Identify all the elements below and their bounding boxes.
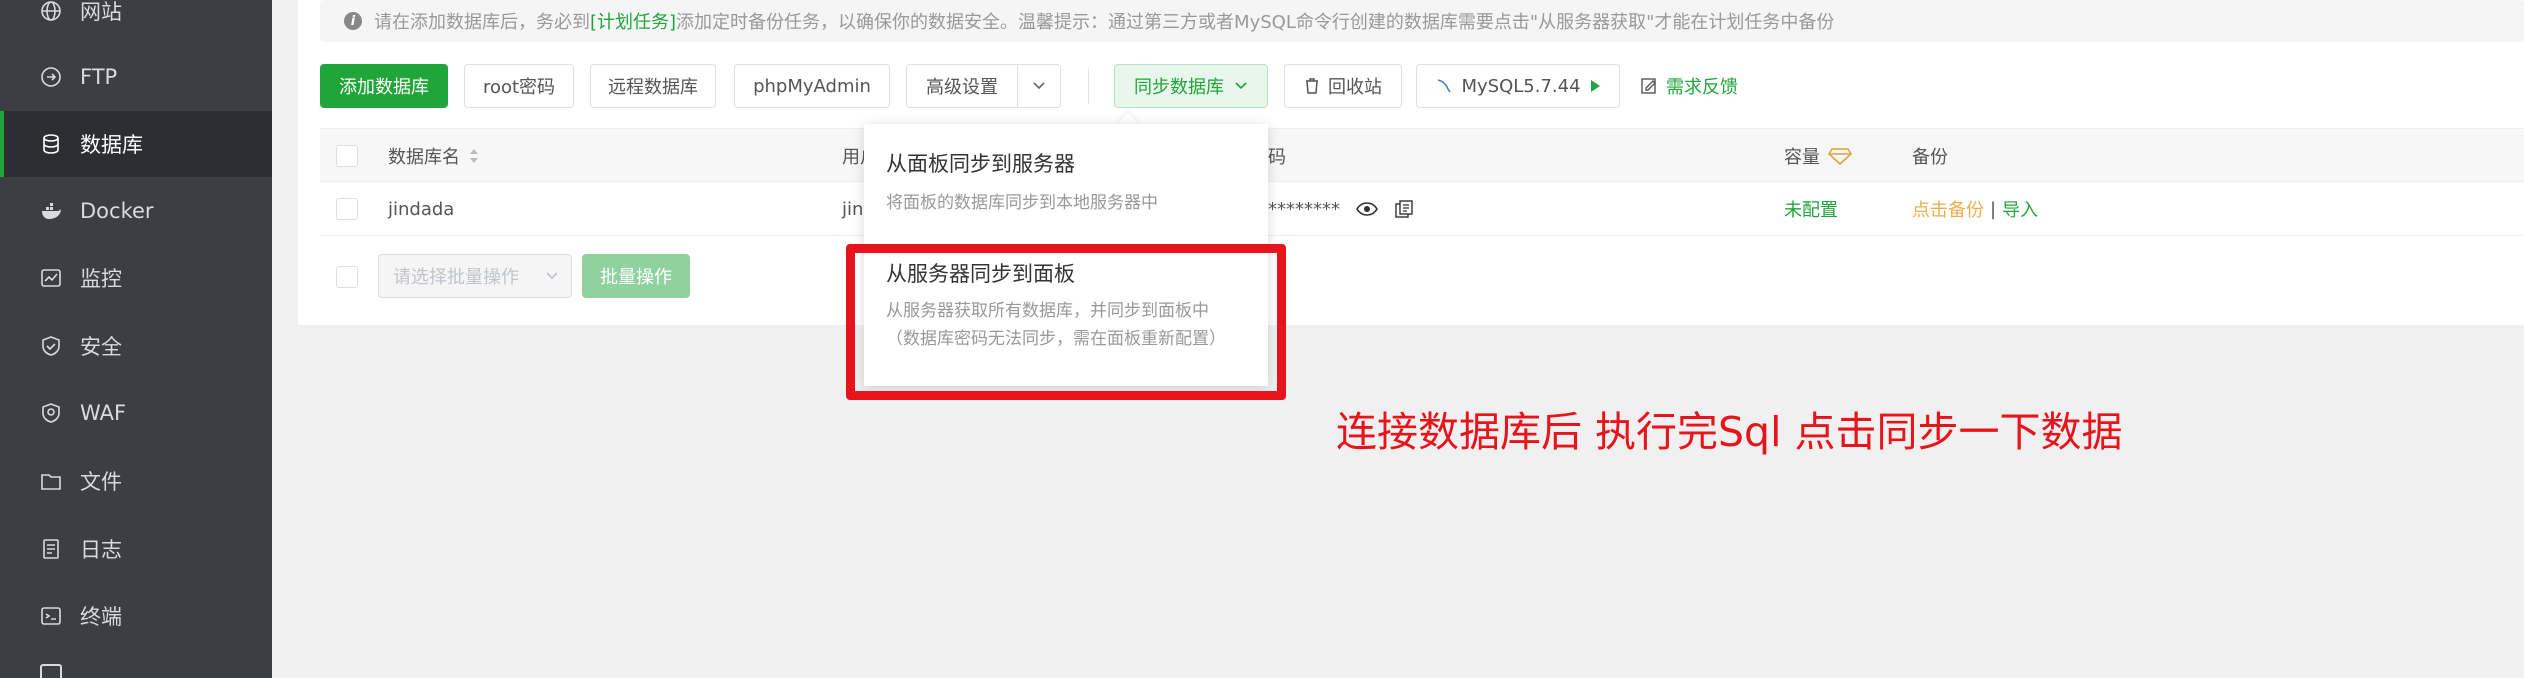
- chevron-down-icon: [1235, 82, 1247, 90]
- annotation-text: 连接数据库后 执行完Sql 点击同步一下数据: [1336, 408, 2123, 456]
- sync-label: 同步数据库: [1134, 77, 1224, 98]
- cell-capacity[interactable]: 未配置: [1784, 182, 1838, 236]
- cell-user: jin: [842, 198, 864, 220]
- backup-link[interactable]: 点击备份: [1912, 196, 1984, 222]
- sidebar-item-label: 日志: [80, 538, 122, 562]
- sidebar-item-label: 安全: [80, 335, 122, 359]
- table-header: 数据库名 用户 码 容量 备份: [320, 128, 2524, 182]
- chevron-down-icon: [546, 272, 558, 280]
- recycle-bin-button[interactable]: 回收站: [1284, 64, 1402, 108]
- notice-prefix: 请在添加数据库后，务必到: [374, 12, 590, 33]
- notice-bar: i 请在添加数据库后，务必到 [计划任务] 添加定时备份任务，以确保你的数据安全。温…: [320, 0, 2524, 42]
- table-row: jindada jin ******** 未配置 点击备份 | 导入: [320, 182, 2524, 236]
- sidebar-item-label: WAF: [80, 401, 127, 425]
- globe-icon: [40, 0, 62, 22]
- sidebar-item-database[interactable]: 数据库: [0, 111, 272, 177]
- sidebar-item-label: 监控: [80, 267, 122, 291]
- cell-password: ********: [1268, 182, 1414, 236]
- folder-icon: [40, 470, 62, 492]
- col-db-name[interactable]: 数据库名: [388, 129, 480, 183]
- sidebar-item-monitor[interactable]: 监控: [0, 245, 272, 311]
- vip-diamond-icon: [1828, 148, 1852, 166]
- log-icon: [40, 538, 62, 560]
- highlight-box: [846, 244, 1286, 400]
- separator: |: [1990, 198, 1997, 220]
- col-password: 码: [1268, 147, 1286, 168]
- database-icon: [40, 133, 62, 155]
- notice-suffix: 添加定时备份任务，以确保你的数据安全。温馨提示：通过第三方或者MySQL命令行创…: [676, 12, 1835, 33]
- sidebar-item-terminal[interactable]: 终端: [0, 583, 272, 649]
- terminal-icon: [40, 605, 62, 627]
- advanced-settings-button[interactable]: 高级设置: [906, 64, 1018, 108]
- sidebar-item-label: FTP: [80, 65, 118, 89]
- info-icon: i: [344, 12, 362, 30]
- cell-backup: 点击备份 | 导入: [1912, 182, 2038, 236]
- sidebar-item-label: Docker: [80, 199, 154, 223]
- recycle-label: 回收站: [1328, 77, 1382, 98]
- chevron-down-icon: [1033, 82, 1045, 90]
- ftp-icon: [40, 66, 62, 88]
- sidebar-item-label: 网站: [80, 0, 122, 24]
- root-password-button[interactable]: root密码: [464, 64, 574, 108]
- trash-icon: [1306, 78, 1318, 94]
- batch-checkbox[interactable]: [336, 266, 358, 288]
- sidebar-item-ftp[interactable]: FTP: [0, 44, 272, 110]
- phpmyadmin-button[interactable]: phpMyAdmin: [734, 64, 890, 108]
- import-link[interactable]: 导入: [2002, 196, 2038, 222]
- sort-icon: [470, 149, 478, 163]
- advanced-dropdown-button[interactable]: [1017, 64, 1061, 108]
- select-all-checkbox[interactable]: [336, 145, 358, 167]
- edit-icon: [1641, 78, 1656, 94]
- menu-item-panel-to-server[interactable]: 从面板同步到服务器 将面板的数据库同步到本地服务器中: [864, 138, 1268, 228]
- cron-icon: [40, 664, 62, 678]
- sidebar-item-security[interactable]: 安全: [0, 313, 272, 379]
- sidebar-item-logs[interactable]: 日志: [0, 516, 272, 582]
- sidebar-item-label: 数据库: [80, 133, 143, 157]
- copy-icon[interactable]: [1394, 199, 1414, 219]
- docker-icon: [40, 200, 62, 222]
- row-checkbox[interactable]: [336, 198, 358, 220]
- sidebar-item-label: 文件: [80, 470, 122, 494]
- col-capacity: 容量: [1784, 129, 1852, 183]
- cron-link[interactable]: [计划任务]: [590, 8, 676, 34]
- menu-item-desc: 将面板的数据库同步到本地服务器中: [886, 193, 1158, 213]
- add-database-button[interactable]: 添加数据库: [320, 64, 448, 108]
- col-backup: 备份: [1912, 147, 1948, 168]
- monitor-icon: [40, 267, 62, 289]
- eye-icon[interactable]: [1356, 201, 1378, 217]
- feedback-label: 需求反馈: [1666, 77, 1738, 98]
- batch-action-button[interactable]: 批量操作: [582, 254, 690, 298]
- batch-select[interactable]: 请选择批量操作: [378, 254, 572, 298]
- sidebar-item-website[interactable]: 网站: [0, 0, 272, 44]
- mysql-dolphin-icon: [1438, 79, 1452, 93]
- sidebar: 网站 FTP 数据库 Docker 监控 安全 WAF 文件 日志 终端: [0, 0, 272, 678]
- cell-db-name: jindada: [388, 198, 455, 220]
- waf-icon: [40, 402, 62, 424]
- sidebar-item-docker[interactable]: Docker: [0, 178, 272, 244]
- feedback-link[interactable]: 需求反馈: [1640, 64, 1738, 108]
- play-icon: [1590, 80, 1600, 92]
- sidebar-item-files[interactable]: 文件: [0, 448, 272, 514]
- remote-database-button[interactable]: 远程数据库: [590, 64, 716, 108]
- sidebar-item-label: 终端: [80, 605, 122, 629]
- sync-database-button[interactable]: 同步数据库: [1114, 64, 1268, 108]
- menu-item-title: 从面板同步到服务器: [886, 152, 1075, 176]
- mysql-version-button[interactable]: MySQL5.7.44: [1416, 64, 1620, 108]
- toolbar-divider: [1088, 68, 1089, 104]
- shield-icon: [40, 335, 62, 357]
- mysql-version-label: MySQL5.7.44: [1461, 75, 1581, 97]
- sidebar-item-waf[interactable]: WAF: [0, 380, 272, 446]
- batch-placeholder: 请选择批量操作: [393, 267, 519, 288]
